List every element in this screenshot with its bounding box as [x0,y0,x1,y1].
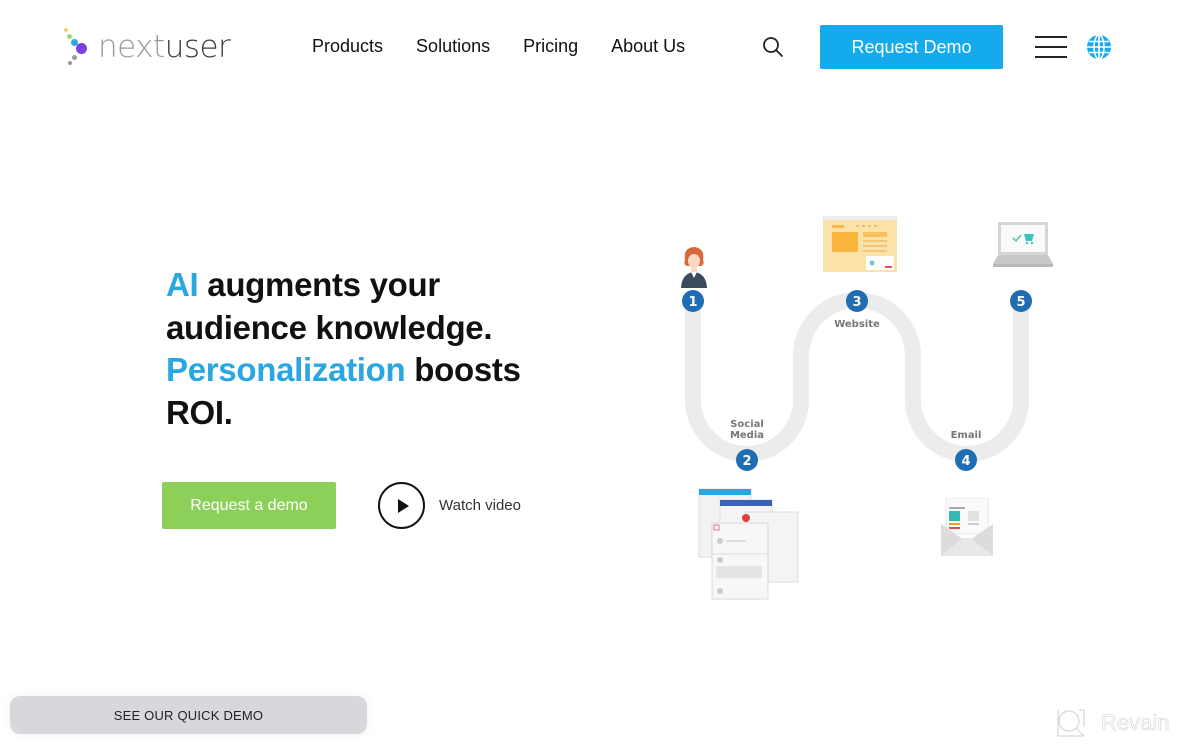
step-number: 1 [688,295,697,310]
headline-accent-ai: AI [166,266,199,303]
logo-dot [64,28,68,32]
step-number: 2 [742,454,751,469]
logo-text-next: next [98,28,165,65]
hero-headline: AI augments your audience knowledge. Per… [166,264,566,434]
headline-accent-personalization: Personalization [166,351,406,388]
watch-video-label: Watch video [439,497,521,514]
step-number: 3 [852,295,861,310]
nextuser-logo[interactable]: nextuser [62,26,231,68]
step-badge-5: 5 [1010,290,1032,312]
nav-pricing[interactable]: Pricing [523,36,578,57]
play-icon[interactable] [378,482,425,529]
logo-dot [67,34,72,39]
step-label-social-media: Social Media [729,419,765,441]
customer-journey-diagram: 1 2 3 4 5 Social Media Website Email [660,200,1080,620]
logo-text-user: user [164,28,231,65]
nav-products[interactable]: Products [312,36,383,57]
step-label-email: Email [950,430,982,441]
step-label-website: Website [834,319,880,330]
logo-dot [72,55,77,60]
watch-video-link[interactable]: Watch video [378,482,521,529]
step-badge-2: 2 [736,449,758,471]
nav-solutions[interactable]: Solutions [416,36,490,57]
search-icon[interactable] [762,36,784,58]
site-header: nextuser Products Solutions Pricing Abou… [0,0,1190,95]
logo-wordmark: nextuser [98,28,231,65]
step-number: 5 [1016,295,1025,310]
step-badge-1: 1 [682,290,704,312]
step-badge-4: 4 [955,449,977,471]
request-a-demo-button[interactable]: Request a demo [162,482,336,529]
revain-watermark: Revain [1055,707,1170,739]
journey-steps: 1 2 3 4 5 [682,290,1032,471]
request-demo-button[interactable]: Request Demo [820,25,1003,69]
logo-dot [76,43,87,54]
revain-label: Revain [1101,710,1170,736]
nav-about-us[interactable]: About Us [611,36,685,57]
step-number: 4 [961,454,970,469]
see-quick-demo-button[interactable]: SEE OUR QUICK DEMO [10,696,367,734]
headline-text: augments your audience knowledge. [166,266,493,346]
logo-dot [68,61,72,65]
globe-icon[interactable] [1086,34,1112,60]
step-badge-3: 3 [846,290,868,312]
hamburger-menu-icon[interactable] [1035,35,1067,59]
logo-dots-icon [62,26,92,68]
main-nav: Products Solutions Pricing About Us [312,36,718,57]
revain-logo-icon [1057,709,1085,737]
